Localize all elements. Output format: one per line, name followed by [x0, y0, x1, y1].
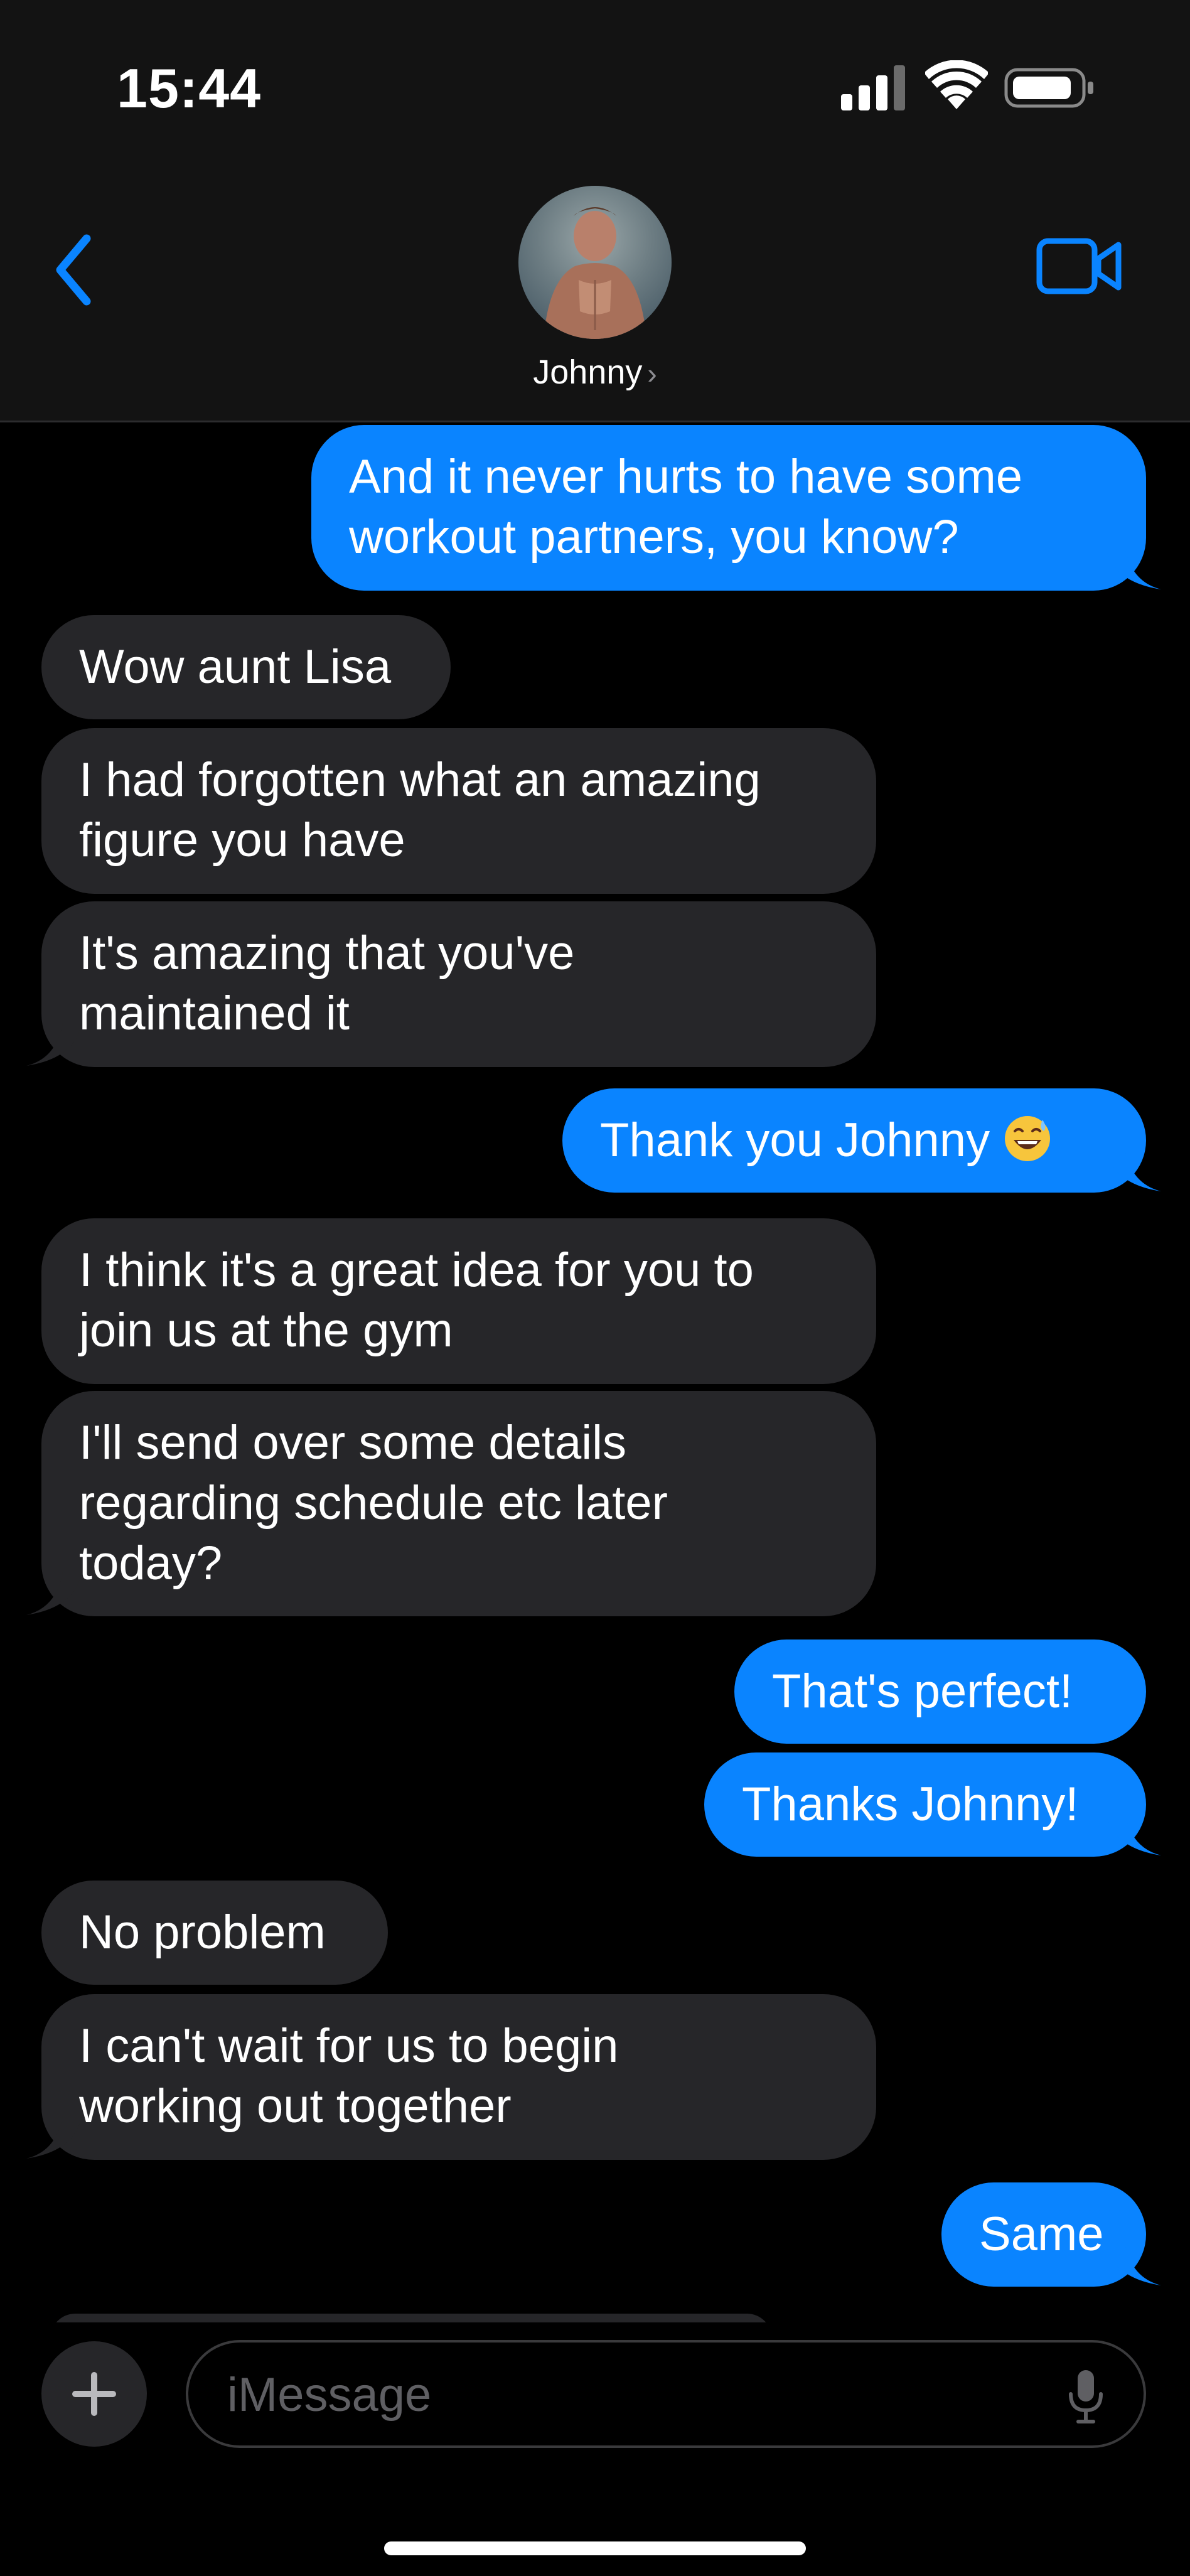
incoming-message-bubble[interactable]: I had forgotten what an amazing figure y… — [41, 728, 876, 894]
cellular-signal-icon — [841, 65, 905, 110]
bubble-tail — [1106, 2243, 1161, 2285]
incoming-message-bubble[interactable]: No problem — [41, 1881, 388, 1985]
conversation-header: Johnny › — [0, 176, 1190, 422]
incoming-message-bubble[interactable]: I think it's a great idea for you to joi… — [41, 1218, 876, 1384]
bubble-tail — [26, 1023, 82, 1066]
message-thread[interactable]: And it never hurts to have some workout … — [0, 422, 1190, 2322]
facetime-video-icon[interactable] — [1036, 236, 1123, 296]
add-attachment-button[interactable] — [41, 2341, 147, 2447]
outgoing-message-bubble[interactable]: That's perfect! — [734, 1640, 1146, 1744]
contact-name-button[interactable]: Johnny › — [0, 353, 1190, 392]
bubble-tail — [1106, 1813, 1161, 1855]
outgoing-message-bubble[interactable]: Thank you Johnny — [562, 1088, 1146, 1193]
plus-icon — [72, 2372, 116, 2416]
outgoing-message-bubble[interactable]: Thanks Johnny! — [704, 1752, 1146, 1857]
chevron-right-icon: › — [647, 357, 657, 390]
composer-bar: iMessage — [0, 2322, 1190, 2576]
imessage-placeholder: iMessage — [227, 2368, 432, 2422]
incoming-message-bubble[interactable]: It's amazing that you've maintained it — [41, 901, 876, 1067]
bubble-tail — [26, 1572, 82, 1615]
home-indicator[interactable] — [384, 2541, 806, 2555]
status-time: 15:44 — [117, 57, 262, 119]
contact-avatar[interactable] — [518, 186, 672, 339]
outgoing-message-bubble[interactable]: And it never hurts to have some workout … — [311, 425, 1146, 591]
wifi-icon — [925, 60, 988, 109]
incoming-message-bubble[interactable]: I can't wait for us to begin working out… — [41, 1994, 876, 2160]
status-bar: 15:44 — [0, 0, 1190, 176]
bubble-tail — [26, 2116, 82, 2159]
imessage-input[interactable]: iMessage — [186, 2340, 1146, 2448]
bubble-tail — [1106, 547, 1161, 589]
partially-visible-bubble — [50, 2314, 772, 2322]
bubble-tail — [1106, 1149, 1161, 1191]
contact-name: Johnny — [533, 353, 643, 391]
chevron-left-icon[interactable] — [49, 226, 99, 314]
incoming-message-bubble[interactable]: Wow aunt Lisa — [41, 615, 451, 719]
battery-icon — [1004, 68, 1093, 108]
microphone-icon[interactable] — [1067, 2369, 1105, 2424]
message-text: Thank you Johnny — [600, 1114, 990, 1167]
incoming-message-bubble[interactable]: I'll send over some details regarding sc… — [41, 1391, 876, 1616]
grinning-sweat-emoji — [1005, 1116, 1051, 1161]
